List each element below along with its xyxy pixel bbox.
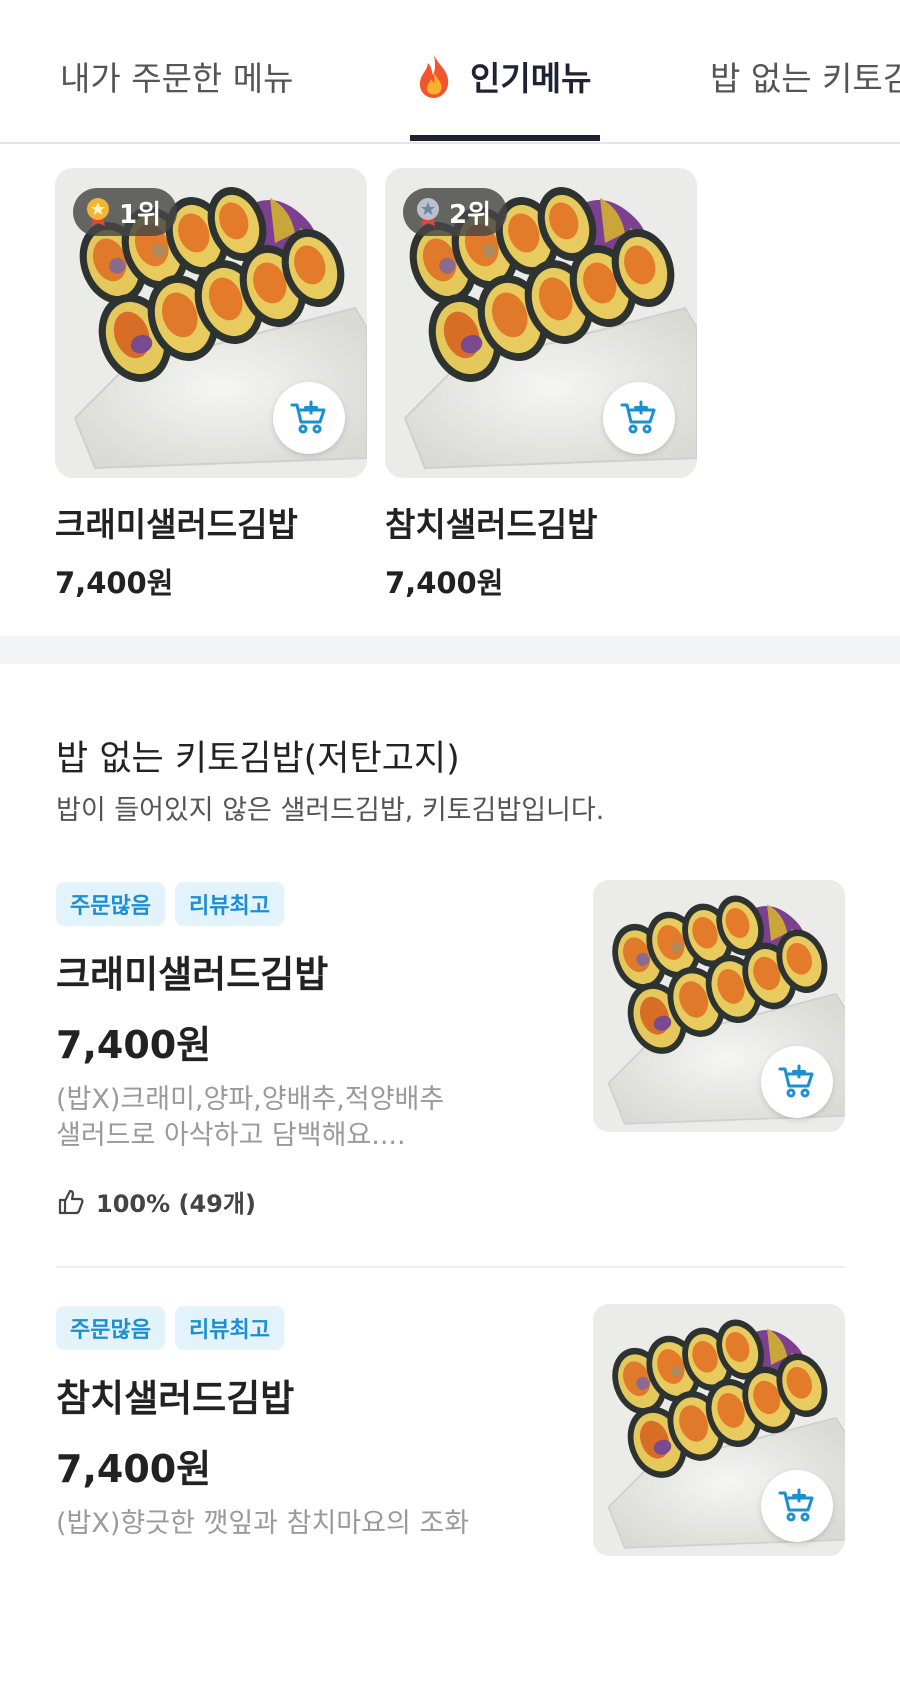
cart-add-icon [777,1486,817,1526]
add-to-cart-button[interactable] [273,382,345,454]
item-description-line: (밥X)크래미,양파,양배추,적양배추 [56,1084,445,1115]
tab-popular-menu[interactable]: 인기메뉴 [414,52,591,100]
product-price: 7,400원 [55,566,174,600]
item-image[interactable] [593,1304,845,1556]
tab-my-orders[interactable]: 내가 주문한 메뉴 [60,52,294,100]
item-description-line: (밥X)향긋한 깻잎과 참치마요의 조화 [56,1508,470,1539]
cart-add-icon [777,1062,817,1102]
tab-keto-kimbap[interactable]: 밥 없는 키토김밥 [710,52,900,100]
badge-best-review: 리뷰최고 [174,1306,284,1350]
cart-add-icon [289,398,329,438]
item-name: 참치샐러드김밥 [56,1377,295,1420]
tab-popular-label: 인기메뉴 [470,59,592,98]
item-description-line: 샐러드로 아삭하고 담백해요.... [56,1120,406,1151]
cart-add-icon [619,398,659,438]
product-price: 7,400원 [385,566,504,600]
item-description: (밥X)크래미,양파,양배추,적양배추 샐러드로 아삭하고 담백해요.... [56,1082,526,1154]
rank-label: 1위 [119,199,162,230]
item-price: 7,400원 [56,1023,212,1067]
product-image[interactable]: 1위 [55,168,367,478]
add-to-cart-button[interactable] [603,382,675,454]
item-badges: 주문많음 리뷰최고 [56,882,294,926]
product-name: 크래미샐러드김밥 [55,505,298,544]
item-rating: 100% (49개) [56,1184,256,1219]
popular-menu-section: 1위 크래미샐러드김밥 7,400원 2위 참치샐러드김밥 7,400원 [0,144,900,636]
rating-text: 100% (49개) [96,1190,256,1218]
product-name: 참치샐러드김밥 [385,505,598,544]
menu-item[interactable]: 주문많음 리뷰최고 크래미샐러드김밥 7,400원 (밥X)크래미,양파,양배추… [0,880,900,1280]
badge-most-ordered: 주문많음 [56,882,165,926]
fire-icon [419,55,449,98]
rank-badge: 1위 [73,188,178,236]
item-badges: 주문많음 리뷰최고 [56,1306,294,1350]
add-to-cart-button[interactable] [761,1046,833,1118]
badge-best-review: 리뷰최고 [174,882,284,926]
item-name: 크래미샐러드김밥 [56,953,329,996]
add-to-cart-button[interactable] [761,1470,833,1542]
rank-label: 2위 [449,199,492,230]
popular-card[interactable]: 2위 참치샐러드김밥 7,400원 [385,168,697,602]
gold-medal-icon [87,198,109,226]
menu-item[interactable]: 주문많음 리뷰최고 참치샐러드김밥 7,400원 (밥X)향긋한 깻잎과 참치마… [0,1304,900,1704]
product-image[interactable]: 2위 [385,168,697,478]
rank-badge: 2위 [403,188,508,236]
silver-medal-icon [417,198,439,226]
badge-most-ordered: 주문많음 [56,1306,165,1350]
popular-card[interactable]: 1위 크래미샐러드김밥 7,400원 [55,168,367,602]
category-description: 밥이 들어있지 않은 샐러드김밥, 키토김밥입니다. [56,795,605,826]
item-description: (밥X)향긋한 깻잎과 참치마요의 조화 [56,1506,526,1542]
item-price: 7,400원 [56,1447,212,1491]
thumbs-up-icon [58,1189,84,1214]
category-tabs: 내가 주문한 메뉴 인기메뉴 밥 없는 키토김밥 [0,0,900,144]
item-image[interactable] [593,880,845,1132]
category-title: 밥 없는 키토김밥(저탄고지) [56,739,460,779]
active-tab-indicator [410,135,600,141]
section-divider [0,636,900,664]
item-divider [56,1266,845,1268]
